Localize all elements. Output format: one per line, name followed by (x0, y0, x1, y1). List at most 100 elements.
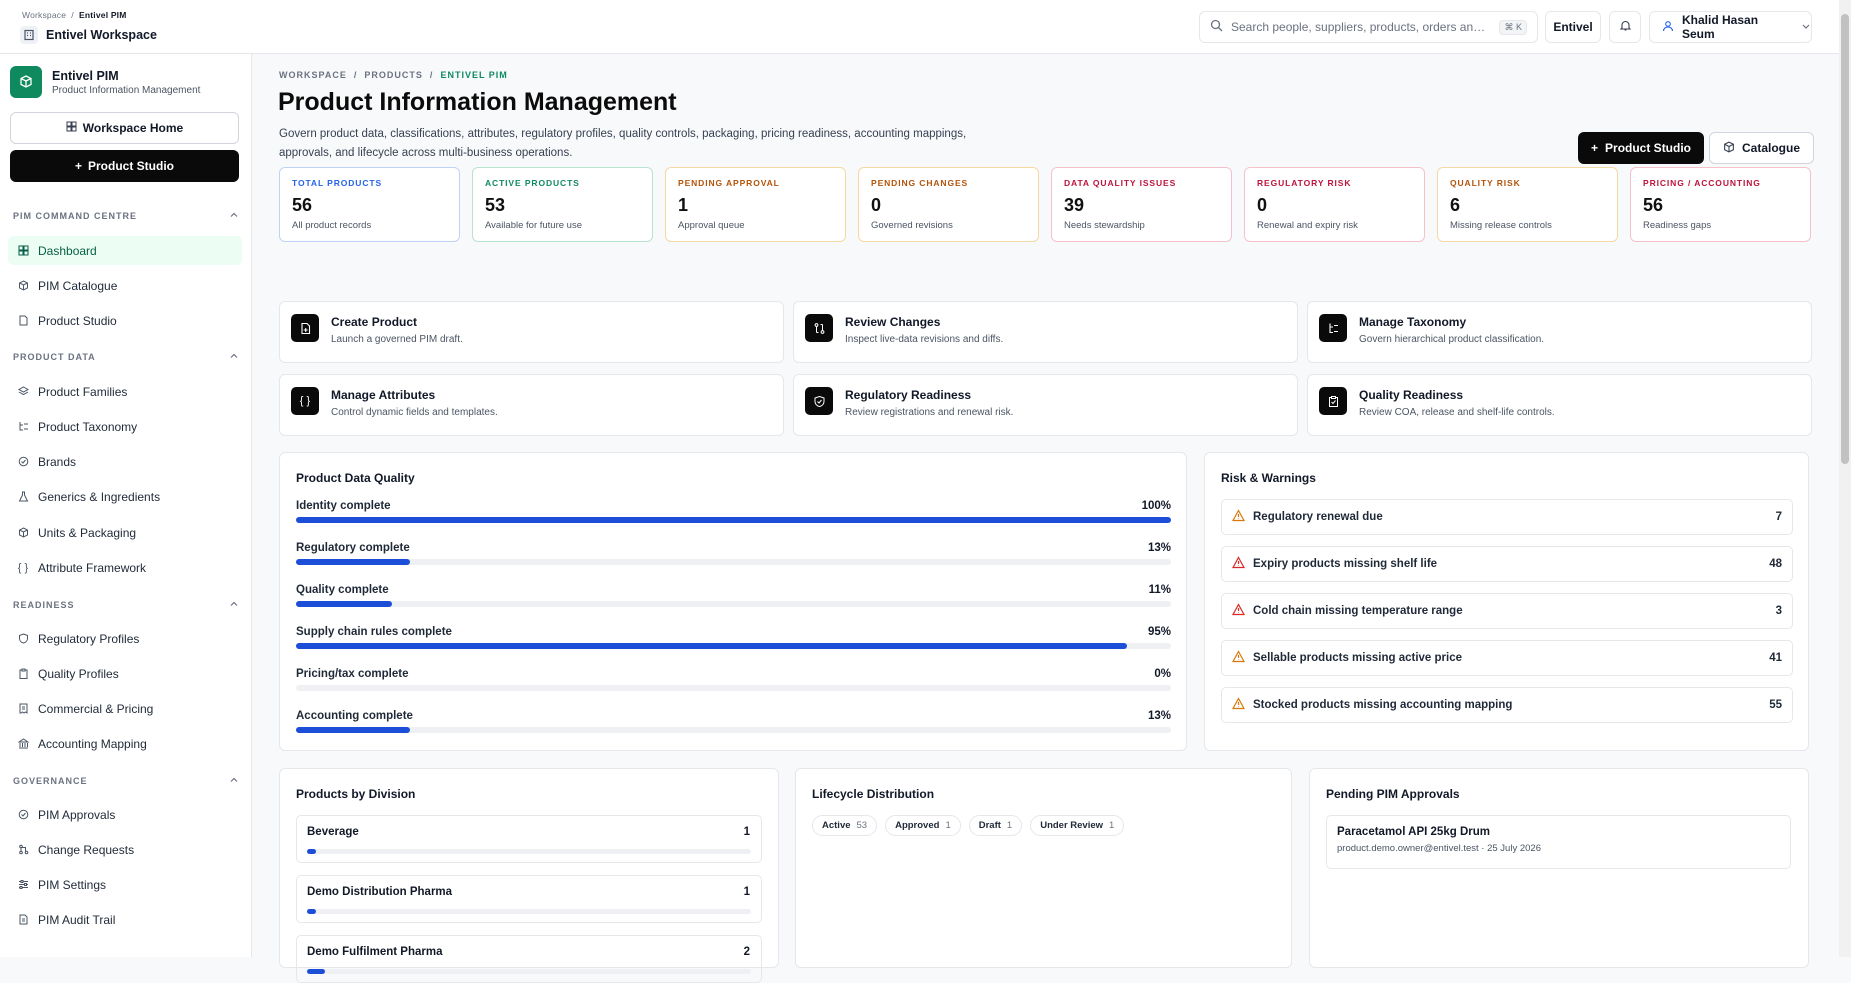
search-input[interactable]: Search people, suppliers, products, orde… (1231, 20, 1491, 34)
sidebar-item-label: Generics & Ingredients (38, 489, 161, 504)
notifications-button[interactable] (1609, 11, 1641, 43)
chip-count: 53 (856, 820, 868, 831)
sidebar-item-pim-audit-trail[interactable]: PIM Audit Trail (8, 905, 242, 934)
sidebar-item-brands[interactable]: Brands (8, 447, 242, 476)
action-review-changes[interactable]: Review Changes Inspect live-data revisio… (793, 301, 1298, 363)
section-readiness[interactable]: READINESS (13, 599, 239, 611)
kpi-label: PENDING CHANGES (871, 178, 969, 188)
git-compare-icon (805, 314, 833, 342)
section-governance[interactable]: GOVERNANCE (13, 775, 239, 787)
lifecycle-chip[interactable]: Active 53 (812, 815, 878, 836)
action-manage-attributes[interactable]: { } Manage Attributes Control dynamic fi… (279, 374, 784, 436)
sidebar-item-quality-profiles[interactable]: Quality Profiles (8, 659, 242, 688)
crumb-workspace[interactable]: WORKSPACE (279, 70, 347, 80)
sidebar-item-accounting-mapping[interactable]: Accounting Mapping (8, 729, 242, 758)
crumb-products[interactable]: PRODUCTS (364, 70, 423, 80)
quality-percent: 0% (1154, 668, 1171, 680)
sidebar-item-pim-approvals[interactable]: PIM Approvals (8, 800, 242, 829)
kpi-card[interactable]: QUALITY RISK 6 Missing release controls (1437, 167, 1618, 242)
warning-triangle-icon (1231, 697, 1246, 713)
action-subtitle: Review COA, release and shelf-life contr… (1359, 407, 1555, 418)
workspace-home-button[interactable]: Workspace Home (10, 112, 239, 144)
page-scrollbar-thumb[interactable] (1841, 14, 1849, 464)
kpi-card[interactable]: REGULATORY RISK 0 Renewal and expiry risk (1244, 167, 1425, 242)
quality-label: Quality complete (296, 584, 389, 596)
app-name: Entivel PIM (52, 68, 119, 83)
entity-switcher-button[interactable]: Entivel (1545, 11, 1601, 43)
section-pim-command-centre[interactable]: PIM COMMAND CENTRE (13, 210, 239, 222)
progress-track (296, 601, 1171, 607)
action-manage-taxonomy[interactable]: Manage Taxonomy Govern hierarchical prod… (1307, 301, 1812, 363)
quality-row: Pricing/tax complete 0% (296, 668, 1171, 691)
division-row[interactable]: Demo Fulfilment Pharma 2 (296, 935, 762, 983)
section-title: READINESS (13, 600, 75, 610)
lifecycle-chip[interactable]: Under Review 1 (1030, 815, 1125, 836)
lifecycle-chip[interactable]: Approved 1 (885, 815, 961, 836)
kpi-card[interactable]: PENDING CHANGES 0 Governed revisions (858, 167, 1039, 242)
sidebar-item-attribute-framework[interactable]: { } Attribute Framework (8, 553, 242, 582)
kpi-card[interactable]: TOTAL PRODUCTS 56 All product records (279, 167, 460, 242)
risk-label: Sellable products missing active price (1253, 652, 1462, 664)
sidebar-product-studio-button[interactable]: + Product Studio (10, 150, 239, 182)
warning-triangle-icon (1231, 603, 1246, 619)
kpi-label: QUALITY RISK (1450, 178, 1521, 188)
sidebar-item-units-packaging[interactable]: Units & Packaging (8, 518, 242, 547)
user-menu-button[interactable]: Khalid Hasan Seum (1649, 11, 1812, 43)
kpi-card[interactable]: DATA QUALITY ISSUES 39 Needs stewardship (1051, 167, 1232, 242)
crumb-workspace[interactable]: Workspace (22, 10, 66, 20)
progress-fill (296, 643, 1128, 649)
kpi-card[interactable]: PENDING APPROVAL 1 Approval queue (665, 167, 846, 242)
division-label: Demo Distribution Pharma (307, 886, 453, 898)
progress-track (296, 685, 1171, 691)
sidebar-item-label: Commercial & Pricing (38, 701, 154, 716)
sidebar-item-product-taxonomy[interactable]: Product Taxonomy (8, 412, 242, 441)
approval-item[interactable]: Paracetamol API 25kg Drum product.demo.o… (1326, 815, 1791, 869)
warning-triangle-icon (1231, 509, 1246, 525)
crumb-separator: / (429, 70, 434, 80)
sidebar-item-regulatory-profiles[interactable]: Regulatory Profiles (8, 624, 242, 653)
sidebar-item-product-families[interactable]: Product Families (8, 377, 242, 406)
sidebar-item-pim-settings[interactable]: PIM Settings (8, 870, 242, 899)
sidebar-item-dashboard[interactable]: Dashboard (8, 236, 242, 265)
header-product-studio-button[interactable]: + Product Studio (1578, 132, 1705, 164)
division-row[interactable]: Beverage 1 (296, 815, 762, 863)
catalogue-button[interactable]: Catalogue (1709, 132, 1815, 164)
risk-row[interactable]: Stocked products missing accounting mapp… (1221, 687, 1793, 723)
risk-row[interactable]: Expiry products missing shelf life 48 (1221, 546, 1793, 582)
shield-icon (805, 387, 833, 415)
sidebar-item-pim-catalogue[interactable]: PIM Catalogue (8, 271, 242, 300)
risk-row[interactable]: Cold chain missing temperature range 3 (1221, 593, 1793, 629)
chip-count: 1 (1006, 820, 1013, 831)
action-quality-readiness[interactable]: Quality Readiness Review COA, release an… (1307, 374, 1812, 436)
global-search[interactable]: Search people, suppliers, products, orde… (1199, 11, 1538, 43)
division-row[interactable]: Demo Distribution Pharma 1 (296, 875, 762, 923)
sidebar-item-label: Product Families (38, 384, 128, 399)
sidebar-item-commercial-pricing[interactable]: Commercial & Pricing (8, 694, 242, 723)
crumb-entivel-pim: Entivel PIM (78, 10, 127, 20)
top-bar: Workspace / Entivel PIM Entivel Workspac… (0, 0, 1851, 54)
quality-percent: 13% (1147, 710, 1171, 722)
sidebar-item-change-requests[interactable]: Change Requests (8, 835, 242, 864)
lifecycle-chip[interactable]: Draft 1 (968, 815, 1023, 836)
kpi-card[interactable]: PRICING / ACCOUNTING 56 Readiness gaps (1630, 167, 1811, 242)
division-label: Demo Fulfilment Pharma (307, 946, 443, 958)
receipt-icon (17, 703, 29, 715)
sidebar-item-product-studio[interactable]: Product Studio (8, 306, 242, 335)
action-create-product[interactable]: Create Product Launch a governed PIM dra… (279, 301, 784, 363)
risk-row[interactable]: Sellable products missing active price 41 (1221, 640, 1793, 676)
sidebar-item-generics-ingredients[interactable]: Generics & Ingredients (8, 482, 242, 511)
progress-fill (296, 601, 393, 607)
product-studio-label: Product Studio (1605, 141, 1692, 155)
action-subtitle: Review registrations and renewal risk. (845, 407, 1014, 418)
data-quality-card: Product Data Quality Identity complete 10… (279, 452, 1187, 751)
section-product-data[interactable]: PRODUCT DATA (13, 351, 239, 363)
quality-row: Supply chain rules complete 95% (296, 626, 1171, 649)
workspace-switcher[interactable]: Entivel Workspace (20, 26, 157, 44)
action-regulatory-readiness[interactable]: Regulatory Readiness Review registration… (793, 374, 1298, 436)
risk-row[interactable]: Regulatory renewal due 7 (1221, 499, 1793, 535)
top-breadcrumb: Workspace / Entivel PIM (22, 10, 127, 20)
kpi-card[interactable]: ACTIVE PRODUCTS 53 Available for future us… (472, 167, 653, 242)
kpi-value: 39 (1064, 195, 1085, 215)
quality-label: Identity complete (296, 500, 391, 512)
pending-approvals-card: Pending PIM Approvals Paracetamol API 25… (1309, 768, 1809, 968)
